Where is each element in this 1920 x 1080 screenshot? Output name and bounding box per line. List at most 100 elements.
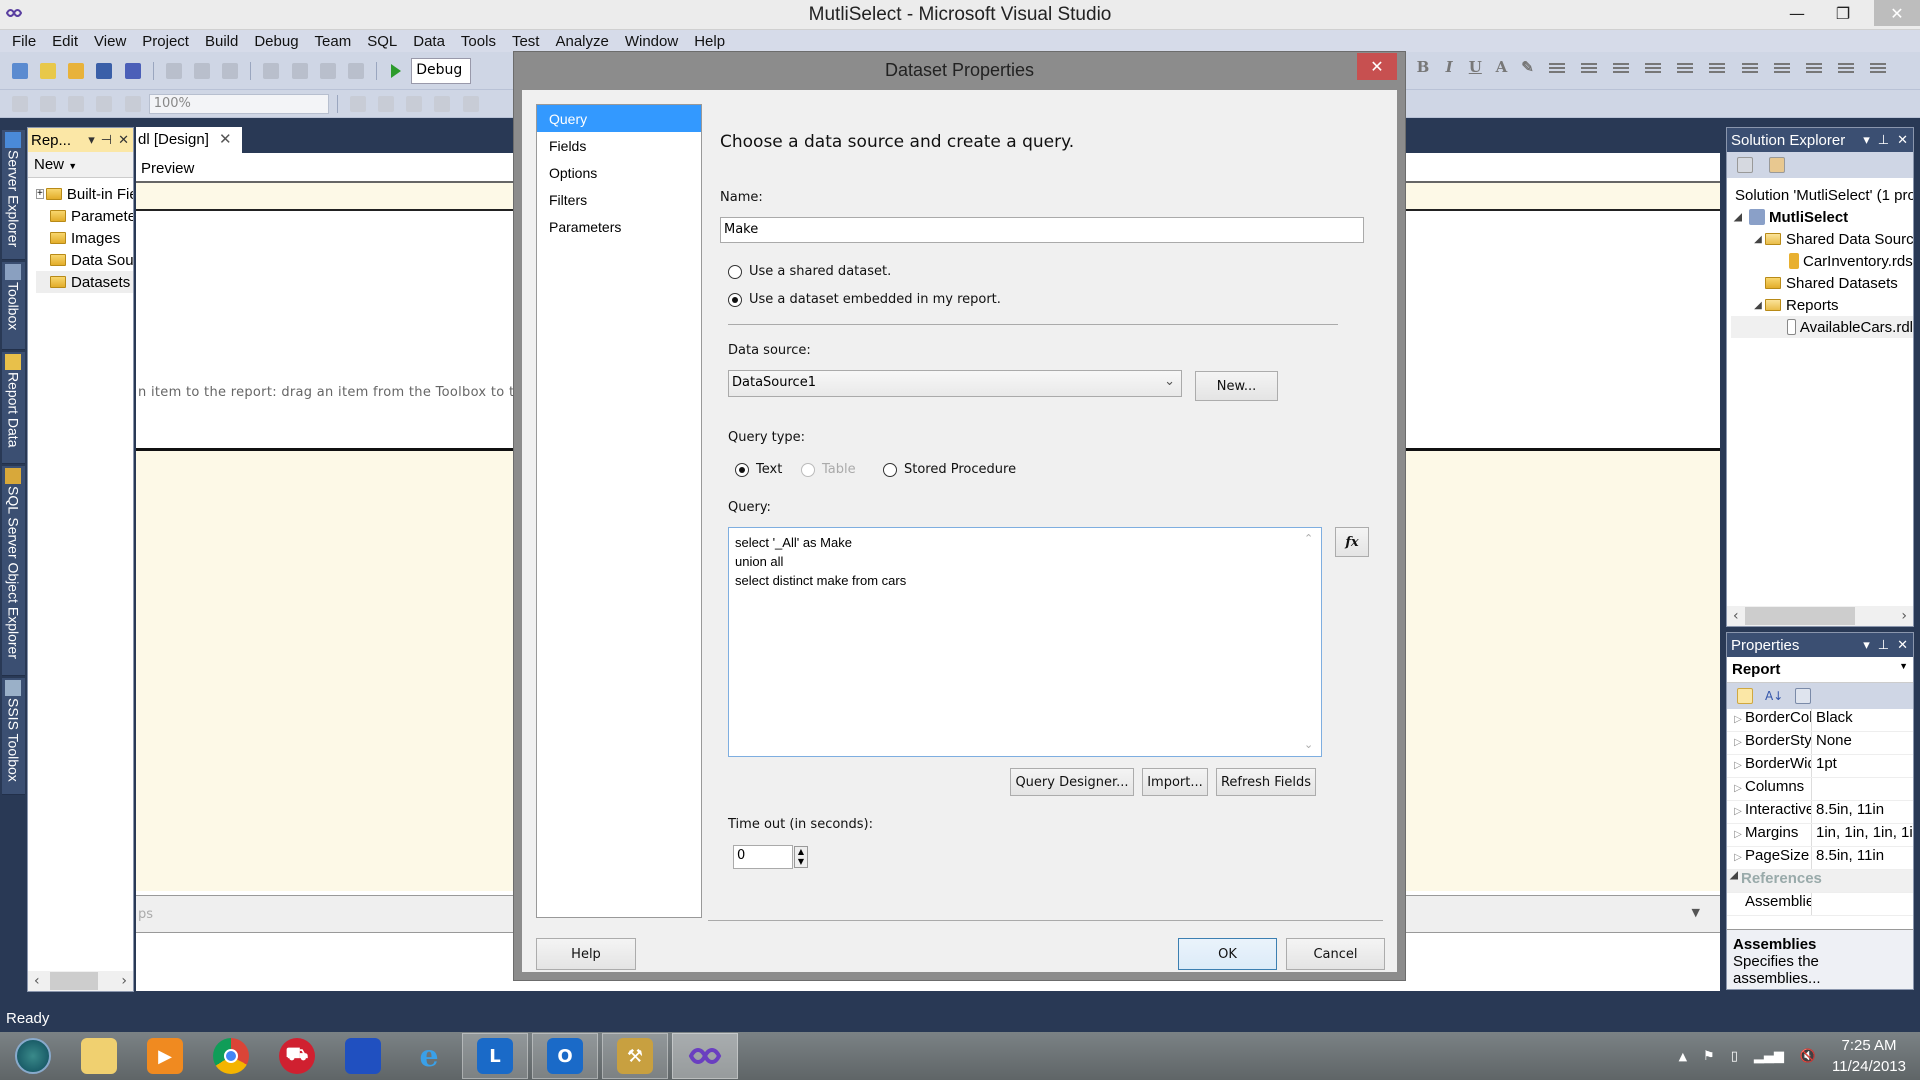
taskbar-remote-desktop[interactable] (330, 1032, 396, 1080)
taskbar-file-explorer[interactable] (66, 1032, 132, 1080)
start-debugging-icon[interactable] (391, 64, 402, 78)
properties-icon[interactable] (1737, 157, 1753, 173)
menu-data[interactable]: Data (405, 33, 453, 50)
taskbar-chrome[interactable] (198, 1032, 264, 1080)
redo-icon[interactable] (291, 63, 308, 79)
embedded-dataset-radio[interactable]: Use a dataset embedded in my report. (728, 292, 1001, 307)
expand-icon[interactable]: + (36, 189, 44, 199)
tree-item-carinventory[interactable]: CarInventory.rds (1731, 250, 1913, 272)
close-pane-icon[interactable]: ✕ (118, 132, 129, 148)
menu-view[interactable]: View (86, 33, 134, 50)
underline-button[interactable]: U (1464, 58, 1486, 76)
expanded-arrow-icon[interactable]: ◢ (1731, 212, 1745, 223)
expand-arrow-icon[interactable]: ▷ (1731, 829, 1745, 840)
import-button[interactable]: Import... (1142, 768, 1208, 796)
scroll-right-icon[interactable]: › (1901, 608, 1907, 624)
report-icon-1[interactable] (12, 96, 28, 112)
grouping-dropdown-icon[interactable]: ▼ (1692, 906, 1700, 919)
new-data-source-button[interactable]: New... (1195, 371, 1278, 401)
italic-button[interactable]: I (1438, 58, 1460, 76)
scroll-thumb[interactable] (1745, 607, 1855, 625)
shared-dataset-radio[interactable]: Use a shared dataset. (728, 264, 891, 279)
taskbar-media-player[interactable]: ▶ (132, 1032, 198, 1080)
close-tab-icon[interactable]: ✕ (219, 131, 232, 148)
menu-edit[interactable]: Edit (44, 33, 86, 50)
indent-icon[interactable] (1837, 62, 1854, 75)
property-row[interactable]: ▷InteractiveSize8.5in, 11in (1727, 801, 1913, 824)
pin-icon[interactable]: ⊣ (101, 132, 112, 148)
outdent-icon[interactable] (1870, 62, 1887, 75)
layout-grid-icon[interactable] (349, 96, 366, 112)
tree-item-shared-datasets[interactable]: Shared Datasets (1731, 272, 1913, 294)
ok-button[interactable]: OK (1178, 938, 1277, 970)
menu-tools[interactable]: Tools (453, 33, 504, 50)
tab-server-explorer[interactable]: Server Explorer (2, 130, 25, 260)
expand-arrow-icon[interactable]: ▷ (1731, 783, 1745, 794)
increase-indent-icon[interactable] (1805, 62, 1822, 75)
add-item-icon[interactable] (40, 63, 57, 79)
decrease-indent-icon[interactable] (1773, 62, 1790, 75)
background-color-icon[interactable]: ✎ (1517, 58, 1539, 76)
taskbar-lync[interactable]: L (462, 1033, 528, 1079)
query-type-text-radio[interactable]: Text (735, 462, 782, 477)
report-icon-4[interactable] (96, 96, 113, 112)
align-tops-icon[interactable] (462, 96, 479, 112)
minimize-button[interactable]: — (1774, 0, 1820, 26)
timeout-input[interactable]: 0 (733, 845, 793, 869)
query-type-stored-procedure-radio[interactable]: Stored Procedure (883, 462, 1016, 477)
tree-item-shared-data-sources[interactable]: ◢Shared Data Sources (1731, 228, 1913, 250)
nav-fields[interactable]: Fields (537, 132, 701, 159)
volume-muted-icon[interactable]: 🔇 (1800, 1049, 1816, 1064)
help-button[interactable]: Help (536, 938, 636, 970)
bullet-list-2-icon[interactable] (1741, 62, 1758, 75)
battery-icon[interactable]: ▯ (1731, 1049, 1738, 1064)
expand-arrow-icon[interactable]: ▷ (1731, 737, 1745, 748)
nav-parameters[interactable]: Parameters (537, 213, 701, 240)
radio-button-selected[interactable] (735, 462, 749, 477)
property-row[interactable]: ▷BorderColorBlack (1727, 709, 1913, 732)
radio-button-selected[interactable] (728, 292, 742, 307)
scroll-left-icon[interactable]: ‹ (34, 973, 40, 989)
tree-item-reports[interactable]: ◢ Reports (1731, 294, 1913, 316)
property-row[interactable]: ▷BorderStyleNone (1727, 732, 1913, 755)
dropdown-icon[interactable]: ▾ (1863, 637, 1870, 653)
scroll-up-icon[interactable]: ⌃ (1304, 532, 1313, 545)
dialog-close-button[interactable]: ✕ (1357, 53, 1397, 80)
scroll-down-icon[interactable]: ⌄ (1304, 738, 1313, 751)
tab-toolbox[interactable]: Toolbox (2, 262, 25, 350)
dropdown-icon[interactable]: ▾ (1863, 132, 1870, 148)
undo-icon[interactable] (263, 63, 280, 79)
copy-icon[interactable] (193, 63, 210, 79)
property-pages-icon[interactable] (1795, 688, 1812, 704)
bold-button[interactable]: B (1412, 58, 1434, 76)
restore-button[interactable]: ❐ (1820, 0, 1866, 26)
taskbar-internet-explorer[interactable]: e (396, 1032, 462, 1080)
expanded-arrow-icon[interactable]: ◢ (1751, 234, 1765, 245)
menu-test[interactable]: Test (504, 33, 548, 50)
pin-icon[interactable]: ⊥ (1878, 132, 1889, 148)
save-all-icon[interactable] (124, 63, 141, 79)
query-textarea[interactable]: select '_All' as Make union all select d… (728, 527, 1322, 757)
show-all-files-icon[interactable] (1769, 157, 1785, 173)
horizontal-scrollbar[interactable]: ‹ › (1727, 606, 1913, 626)
expand-arrow-icon[interactable]: ▷ (1731, 806, 1745, 817)
tree-item-data-sources[interactable]: Data Sources (36, 249, 133, 271)
navigate-forward-icon[interactable] (347, 63, 364, 79)
tree-item-parameters[interactable]: Parameters (36, 205, 133, 227)
tree-item-availablecars[interactable]: AvailableCars.rdl (1731, 316, 1913, 338)
expression-fx-button[interactable]: fx (1335, 527, 1369, 557)
menu-debug[interactable]: Debug (246, 33, 306, 50)
expanded-arrow-icon[interactable]: ◢ (1751, 300, 1765, 311)
tree-item-project[interactable]: ◢ MutliSelect (1731, 206, 1913, 228)
scroll-right-icon[interactable]: › (121, 973, 127, 989)
bullet-list-icon[interactable] (1709, 62, 1726, 75)
tab-report-data[interactable]: Report Data (2, 352, 25, 464)
property-row[interactable]: ▷ PageSize 8.5in, 11in (1727, 847, 1913, 870)
solution-configuration-select[interactable]: Debug (411, 58, 472, 84)
align-centers-icon[interactable] (406, 96, 423, 112)
refresh-fields-button[interactable]: Refresh Fields (1216, 768, 1316, 796)
taskbar-outlook[interactable]: O (532, 1033, 598, 1079)
expand-arrow-icon[interactable]: ▷ (1731, 760, 1745, 771)
save-icon[interactable] (96, 63, 113, 79)
name-input[interactable]: Make (720, 217, 1364, 243)
